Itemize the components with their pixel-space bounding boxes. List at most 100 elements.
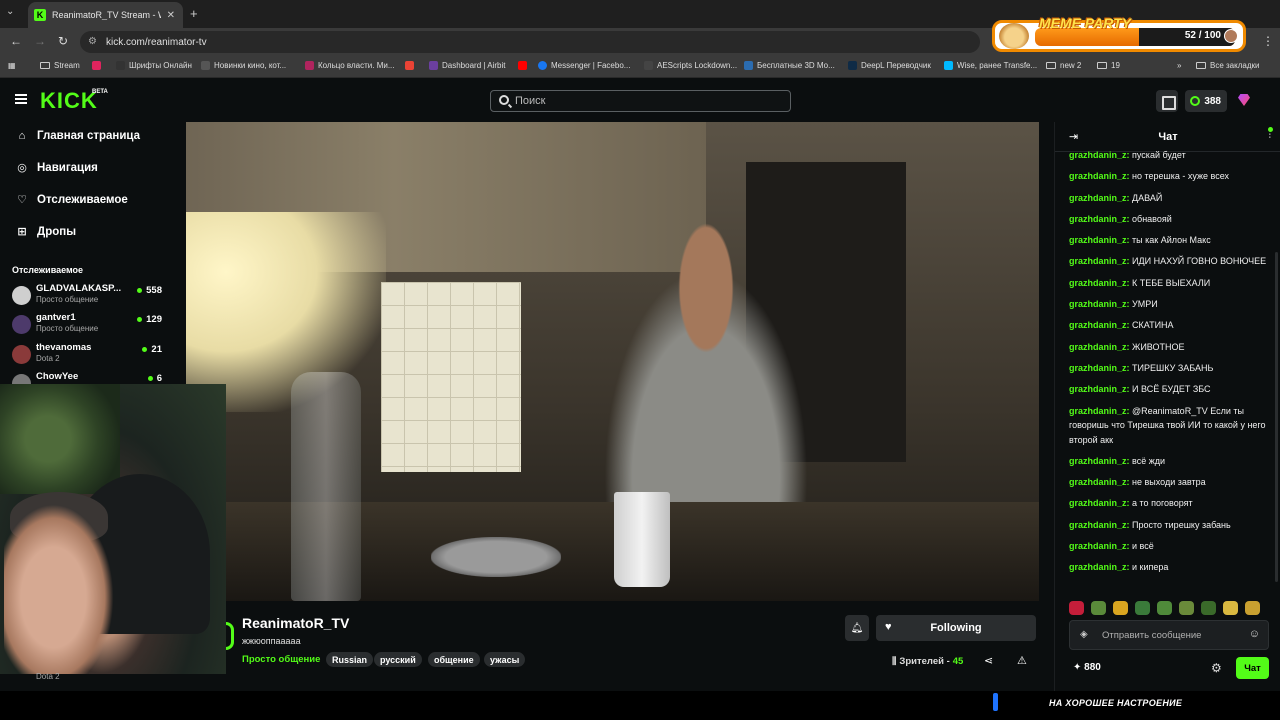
video-player[interactable]: [186, 122, 1039, 601]
all-bookmarks-button[interactable]: Все закладки: [1196, 61, 1259, 70]
emote-icon[interactable]: [1113, 601, 1128, 615]
overlay-accent: [993, 693, 998, 711]
stream-title: жжюоппааааа: [242, 636, 301, 646]
bookmark-icon: [848, 61, 857, 70]
notifications-button[interactable]: 🔔︎: [845, 615, 869, 641]
reload-icon[interactable]: ↻: [58, 34, 68, 48]
bookmark-10[interactable]: Бесплатные 3D Мо...: [744, 61, 835, 70]
apps-icon[interactable]: ▦: [8, 61, 16, 70]
bookmark-14[interactable]: 19: [1097, 61, 1120, 70]
bookmark-label: Новинки кино, кот...: [214, 61, 287, 70]
stream-tag[interactable]: Russian: [326, 652, 374, 667]
emote-icon[interactable]: [1069, 601, 1084, 615]
chat-username[interactable]: grazhdanin_z:: [1069, 278, 1130, 288]
tab-search-icon[interactable]: ⌄: [6, 6, 14, 17]
bookmark-4[interactable]: Кольцо власти. Ми...: [305, 61, 395, 70]
user-avatar-icon[interactable]: [1238, 94, 1250, 106]
stream-tag[interactable]: общение: [428, 652, 480, 667]
nav-browse[interactable]: ◎ Навигация: [16, 162, 98, 174]
chat-username[interactable]: grazhdanin_z:: [1069, 299, 1130, 309]
forward-icon[interactable]: →: [34, 34, 46, 48]
follow-button[interactable]: ♥ Following: [876, 615, 1036, 641]
bookmark-6[interactable]: Dashboard | Airbit: [429, 61, 505, 70]
bookmark-13[interactable]: new 2: [1046, 61, 1081, 70]
chat-points[interactable]: ✦ 880: [1073, 662, 1101, 673]
emoji-icon[interactable]: ☺: [1249, 628, 1260, 640]
back-icon[interactable]: ←: [10, 34, 22, 48]
emote-icon[interactable]: [1091, 601, 1106, 615]
bookmark-8[interactable]: Messenger | Facebo...: [538, 61, 630, 70]
search-icon: [499, 95, 509, 105]
stream-category[interactable]: Просто общение: [242, 654, 320, 665]
overlay-strip: НА ХОРОШЕЕ НАСТРОЕНИЕ: [0, 691, 1280, 720]
chat-username[interactable]: grazhdanin_z:: [1069, 541, 1130, 551]
share-icon[interactable]: ⋖: [984, 654, 993, 667]
chat-username[interactable]: grazhdanin_z:: [1069, 477, 1130, 487]
menu-icon[interactable]: [15, 94, 27, 104]
chat-username[interactable]: grazhdanin_z:: [1069, 520, 1130, 530]
nav-home[interactable]: ⌂ Главная страница: [16, 130, 140, 142]
chat-username[interactable]: grazhdanin_z:: [1069, 235, 1130, 245]
browse-button[interactable]: [1156, 90, 1178, 112]
points-button[interactable]: 388: [1185, 90, 1227, 112]
chat-username[interactable]: grazhdanin_z:: [1069, 214, 1130, 224]
bookmark-11[interactable]: DeepL Переводчик: [848, 61, 931, 70]
chat-username[interactable]: grazhdanin_z:: [1069, 320, 1130, 330]
emote-icon[interactable]: [1201, 601, 1216, 615]
bookmark-1[interactable]: [92, 61, 101, 70]
viewer-count-value: 6: [156, 373, 162, 384]
kick-logo[interactable]: KICK: [40, 88, 98, 114]
chat-username[interactable]: grazhdanin_z:: [1069, 342, 1130, 352]
nav-following[interactable]: ♡ Отслеживаемое: [16, 194, 128, 206]
bookmark-9[interactable]: AEScripts Lockdown...: [644, 61, 737, 70]
new-tab-icon[interactable]: +: [190, 6, 198, 21]
chat-username[interactable]: grazhdanin_z:: [1069, 456, 1130, 466]
close-tab-icon[interactable]: ✕: [167, 10, 175, 21]
gear-icon[interactable]: ⚙: [1211, 661, 1222, 675]
send-chat-button[interactable]: Чат: [1236, 657, 1269, 679]
url-text: kick.com/reanimator-tv: [106, 36, 207, 48]
bookmark-7[interactable]: [518, 61, 527, 70]
chat-input[interactable]: ◈ Отправить сообщение ☺: [1069, 620, 1269, 650]
bookmark-0[interactable]: Stream: [40, 61, 80, 70]
nav-drops[interactable]: ⊞ Дропы: [16, 226, 76, 238]
following-channel[interactable]: gantver1 Просто общение 129: [12, 312, 162, 340]
chat-username[interactable]: grazhdanin_z:: [1069, 406, 1130, 416]
chat-message: grazhdanin_z: К ТЕБЕ ВЫЕХАЛИ: [1069, 276, 1275, 291]
meme-party-widget: MEME PARTY 52 / 100: [992, 15, 1246, 52]
chat-username[interactable]: grazhdanin_z:: [1069, 193, 1130, 203]
search-input[interactable]: Поиск: [490, 90, 791, 112]
emote-icon[interactable]: [1245, 601, 1260, 615]
chat-username[interactable]: grazhdanin_z:: [1069, 171, 1130, 181]
following-channel[interactable]: GLADVALAKASP... Просто общение 558: [12, 283, 162, 311]
address-bar[interactable]: ⚙ kick.com/reanimator-tv: [80, 31, 980, 53]
stream-tag[interactable]: русский: [374, 652, 422, 667]
report-icon[interactable]: ⚠: [1017, 654, 1027, 667]
bookmark-2[interactable]: Шрифты Онлайн: [116, 61, 192, 70]
chat-username[interactable]: grazhdanin_z:: [1069, 384, 1130, 394]
bell-icon: 🔔︎: [850, 622, 864, 634]
chat-username[interactable]: grazhdanin_z:: [1069, 562, 1130, 572]
chat-username[interactable]: grazhdanin_z:: [1069, 256, 1130, 266]
stream-tag[interactable]: ужасы: [484, 652, 526, 667]
chat-username[interactable]: grazhdanin_z:: [1069, 150, 1130, 160]
emote-icon[interactable]: [1179, 601, 1194, 615]
emote-icon[interactable]: [1223, 601, 1238, 615]
chat-username[interactable]: grazhdanin_z:: [1069, 498, 1130, 508]
emote-icon[interactable]: [1157, 601, 1172, 615]
streamer-name[interactable]: ReanimatoR_TV: [242, 615, 349, 631]
site-settings-icon[interactable]: ⚙: [88, 36, 97, 47]
channel-category: Просто общение: [36, 324, 99, 333]
emote-icon[interactable]: [1135, 601, 1150, 615]
browser-tab[interactable]: K ReanimatoR_TV Stream - W ✕: [28, 2, 183, 28]
following-channel[interactable]: thevanomas Dota 2 21: [12, 342, 162, 370]
bookmark-3[interactable]: Новинки кино, кот...: [201, 61, 286, 70]
chat-message: grazhdanin_z: и всё: [1069, 539, 1275, 554]
bookmark-5[interactable]: [405, 61, 414, 70]
chat-scrollbar[interactable]: [1275, 252, 1278, 582]
bookmark-12[interactable]: Wise, ранее Transfe...: [944, 61, 1037, 70]
browser-menu-icon[interactable]: ⋮: [1262, 34, 1274, 48]
chat-username[interactable]: grazhdanin_z:: [1069, 363, 1130, 373]
chat-message: grazhdanin_z: и кипера: [1069, 560, 1275, 575]
more-bookmarks-button[interactable]: »: [1177, 61, 1181, 70]
